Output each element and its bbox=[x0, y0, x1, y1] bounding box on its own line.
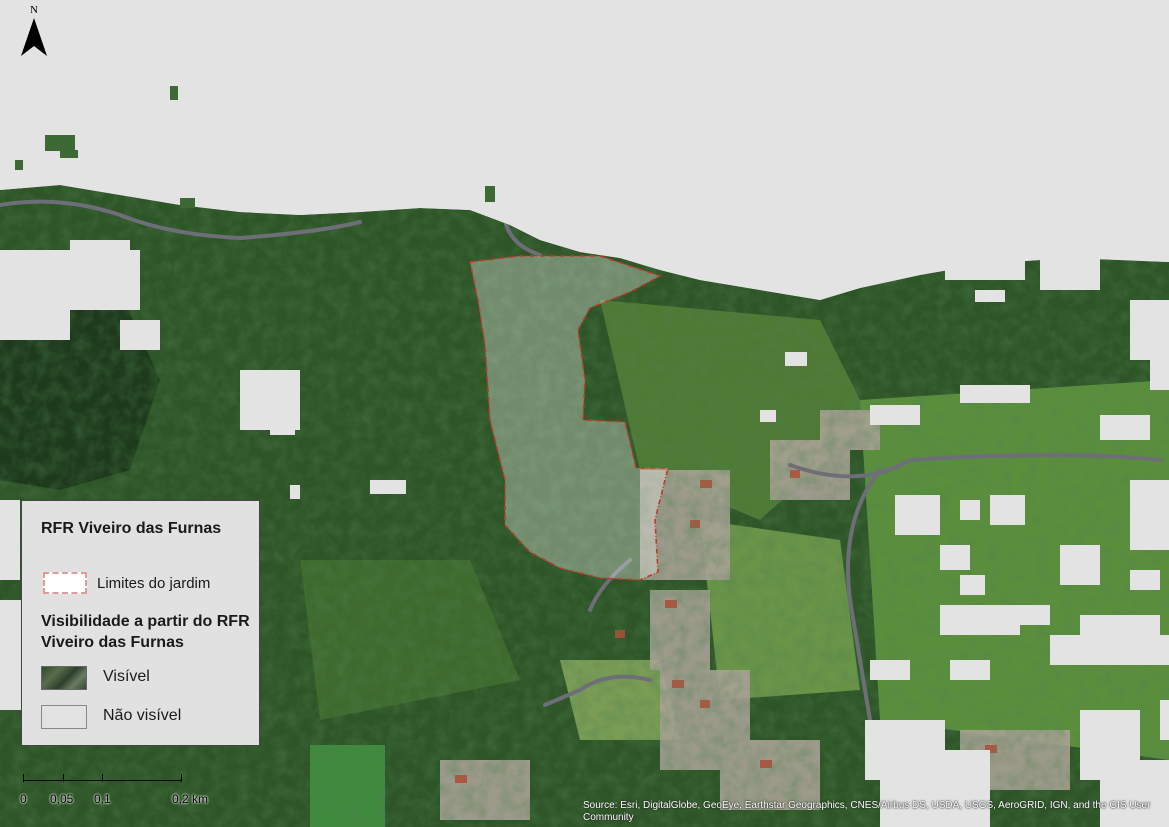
scale-bar: 0 0,05 0,1 0,2 km bbox=[18, 770, 218, 810]
scale-tick-label: 0,2 km bbox=[172, 792, 209, 806]
visible-label: Visível bbox=[103, 668, 150, 685]
garden-boundary-label: Limites do jardim bbox=[97, 575, 211, 592]
not-visible-swatch bbox=[41, 705, 87, 729]
north-label: N bbox=[30, 4, 38, 16]
scale-tick-label: 0 bbox=[20, 792, 27, 806]
not-visible-label: Não visível bbox=[103, 707, 182, 724]
north-arrow: N bbox=[18, 4, 50, 61]
map-legend: RFR Viveiro das Furnas Limites do jardim… bbox=[21, 500, 260, 746]
visibility-map: N RFR Viveiro das Furnas Limites do jard… bbox=[0, 0, 1169, 827]
scale-tick-label: 0,05 bbox=[50, 792, 74, 806]
garden-boundary-swatch bbox=[43, 572, 87, 594]
legend-subtitle: Visibilidade a partir do RFR Viveiro das… bbox=[41, 613, 250, 651]
legend-title: RFR Viveiro das Furnas bbox=[41, 520, 222, 537]
scale-tick-label: 0,1 bbox=[94, 792, 111, 806]
visible-swatch bbox=[41, 666, 87, 690]
north-arrow-icon bbox=[21, 18, 47, 56]
imagery-credits: Source: Esri, DigitalGlobe, GeoEye, Eart… bbox=[583, 800, 1151, 823]
